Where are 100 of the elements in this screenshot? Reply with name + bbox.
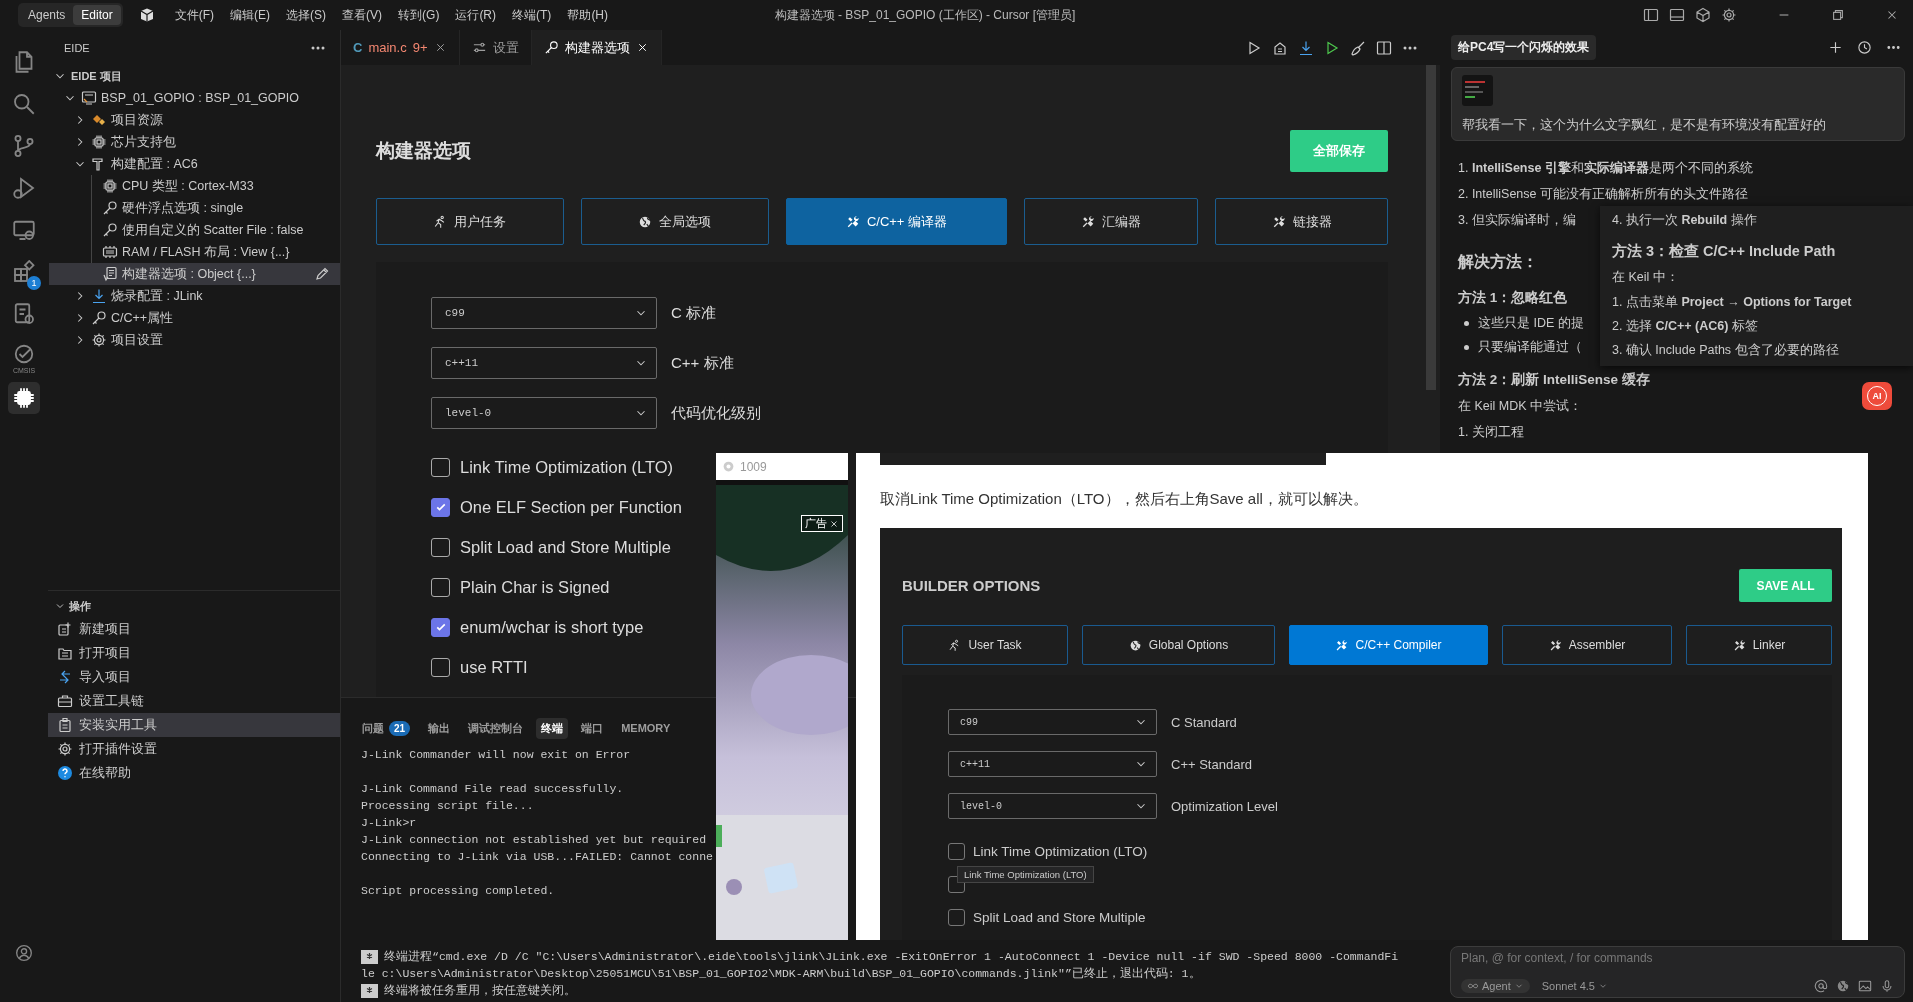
options-tab[interactable]: C/C++ Compiler <box>1289 625 1488 665</box>
action-item[interactable]: 打开项目 <box>48 641 340 665</box>
checkbox[interactable] <box>431 457 450 477</box>
dropdown[interactable]: c99 <box>948 709 1157 735</box>
action-item[interactable]: 新建项目 <box>48 617 340 641</box>
options-tab[interactable]: 全局选项 <box>580 198 769 245</box>
menu-item[interactable]: 转到(G) <box>390 6 448 24</box>
options-tab[interactable]: Global Options <box>1082 625 1275 665</box>
cube-icon[interactable] <box>1695 7 1711 23</box>
chip-icon[interactable] <box>8 382 40 414</box>
field-label: C++ 标准 <box>671 353 734 373</box>
terminal-line: 终端将被任务重用，按任意键关闭。 <box>384 983 576 999</box>
heading: 方法 1：忽略红色 <box>1458 289 1568 307</box>
run-icon[interactable] <box>1246 39 1262 56</box>
tree-item[interactable]: 使用自定义的 Scatter File : false <box>49 219 340 241</box>
section-header[interactable]: 操作 <box>48 595 91 617</box>
panel-tab[interactable]: 输出 <box>423 717 456 739</box>
option-label: Link Time Optimization (LTO) <box>973 844 1148 859</box>
menu-item[interactable]: 终端(T) <box>504 6 560 24</box>
menu-item[interactable]: 选择(S) <box>278 6 335 24</box>
mode-tab[interactable]: Editor <box>73 5 121 25</box>
chat-tab[interactable]: 给PC4写一个闪烁的效果 <box>1451 35 1597 60</box>
tree-item[interactable]: 项目资源 <box>48 109 340 131</box>
microphone-icon[interactable] <box>1880 979 1894 993</box>
checkbox[interactable] <box>948 909 965 926</box>
dropdown[interactable]: level-0 <box>948 793 1157 819</box>
options-tab[interactable]: 用户任务 <box>376 198 564 245</box>
checkbox[interactable] <box>431 497 450 517</box>
history-icon[interactable] <box>1857 40 1872 55</box>
download-icon[interactable] <box>1298 39 1314 56</box>
image-icon[interactable] <box>1858 979 1872 993</box>
checkbox[interactable] <box>431 657 450 677</box>
panel-tab[interactable]: MEMORY <box>616 719 676 737</box>
checkbox[interactable] <box>431 537 450 557</box>
scrollbar[interactable] <box>1426 65 1436 390</box>
action-item[interactable]: 在线帮助 <box>48 761 340 785</box>
tree-item[interactable]: EIDE 项目 <box>48 65 340 87</box>
action-item[interactable]: 导入项目 <box>48 665 340 689</box>
tree-item[interactable]: RAM / FLASH 布局 : View {...} <box>49 241 340 263</box>
options-tab[interactable]: Linker <box>1686 625 1832 665</box>
panel-tab[interactable]: 终端 <box>536 717 569 739</box>
options-tab[interactable]: 汇编器 <box>1024 198 1199 245</box>
model-dropdown[interactable]: Sonnet 4.5 <box>1535 979 1614 993</box>
dropdown[interactable]: c++11 <box>948 751 1157 777</box>
dropdown[interactable]: c99 <box>431 297 657 329</box>
option-label: Split Load and Store Multiple <box>973 910 1146 925</box>
options-tab[interactable]: 链接器 <box>1215 198 1388 245</box>
tree-item[interactable]: 构建配置 : AC6 <box>48 153 340 175</box>
tree-item[interactable]: 芯片支持包 <box>48 131 340 153</box>
globe-icon[interactable] <box>1836 979 1850 993</box>
broom-icon[interactable] <box>1350 39 1366 56</box>
menu-item[interactable]: 帮助(H) <box>559 6 617 24</box>
list-item: 3. 但实际编译时，编 <box>1458 212 1576 229</box>
dropdown[interactable]: c++11 <box>431 347 657 379</box>
menu-item[interactable]: 查看(V) <box>334 6 391 24</box>
checkbox[interactable] <box>431 577 450 597</box>
new-chat-icon[interactable] <box>1828 40 1843 55</box>
panel-tab[interactable]: 问题 21 <box>357 717 416 739</box>
panel-tab[interactable]: 端口 <box>576 717 609 739</box>
mode-dropdown[interactable]: Agent <box>1461 979 1530 993</box>
ai-button[interactable]: AI <box>1862 382 1892 410</box>
split-editor-icon[interactable] <box>1376 39 1392 56</box>
panel-toggle-icon[interactable] <box>1669 7 1685 23</box>
dropdown[interactable]: level-0 <box>431 397 657 429</box>
toolbox-icon <box>57 693 73 709</box>
message-text: 帮我看一下，这个为什么文字飘红，是不是有环境没有配置好的 <box>1462 117 1827 134</box>
run-icon[interactable] <box>1324 39 1340 56</box>
file-tab[interactable]: 构建器选项 <box>531 30 662 65</box>
options-tab[interactable]: C/C++ 编译器 <box>785 198 1008 245</box>
checkbox[interactable] <box>431 617 450 637</box>
sidebar-toggle-icon[interactable] <box>1643 7 1659 23</box>
tree-item[interactable]: CPU 类型 : Cortex-M33 <box>49 175 340 197</box>
tree-item[interactable]: C/C++属性 <box>48 307 340 329</box>
field-label: C++ Standard <box>1171 756 1252 772</box>
menu-item[interactable]: 文件(F) <box>166 6 223 24</box>
panel-tab[interactable]: 调试控制台 <box>463 717 529 739</box>
edit-icon[interactable] <box>314 266 330 282</box>
mode-tab[interactable]: Agents <box>20 5 74 25</box>
action-item[interactable]: 设置工具链 <box>48 689 340 713</box>
options-tab[interactable]: User Task <box>902 625 1068 665</box>
tree-item[interactable]: 构建器选项 : Object {...} <box>49 263 340 285</box>
action-item[interactable]: 打开插件设置 <box>48 737 340 761</box>
mention-icon[interactable] <box>1814 979 1828 993</box>
settings-icon[interactable] <box>1721 7 1737 23</box>
bullet-icon <box>1464 320 1469 326</box>
checkbox[interactable] <box>948 843 965 860</box>
tree-item[interactable]: 烧录配置 : JLink <box>48 285 340 307</box>
list-item: 3. 确认 Include Paths 包含了必要的路径 <box>1612 342 1839 359</box>
menu-item[interactable]: 运行(R) <box>447 6 505 24</box>
tree-item[interactable]: 硬件浮点选项 : single <box>49 197 340 219</box>
menu-item[interactable]: 编辑(E) <box>222 6 279 24</box>
terminal-line: J-Link Commander will now exit on Error <box>361 747 631 763</box>
chat-input[interactable]: Plan, @ for context, / for commands Agent Sonnet 4.5 <box>1450 946 1905 998</box>
option-label: Plain Char is Signed <box>460 577 610 597</box>
restore-icon[interactable] <box>1831 8 1845 22</box>
tree-item[interactable]: BSP_01_GOPIO : BSP_01_GOPIO <box>48 87 340 109</box>
options-tab[interactable]: Assembler <box>1502 625 1672 665</box>
ad-badge[interactable]: 广告 <box>801 515 843 532</box>
tree-item[interactable]: 项目设置 <box>48 329 340 351</box>
action-item[interactable]: 安装实用工具 <box>48 713 340 737</box>
